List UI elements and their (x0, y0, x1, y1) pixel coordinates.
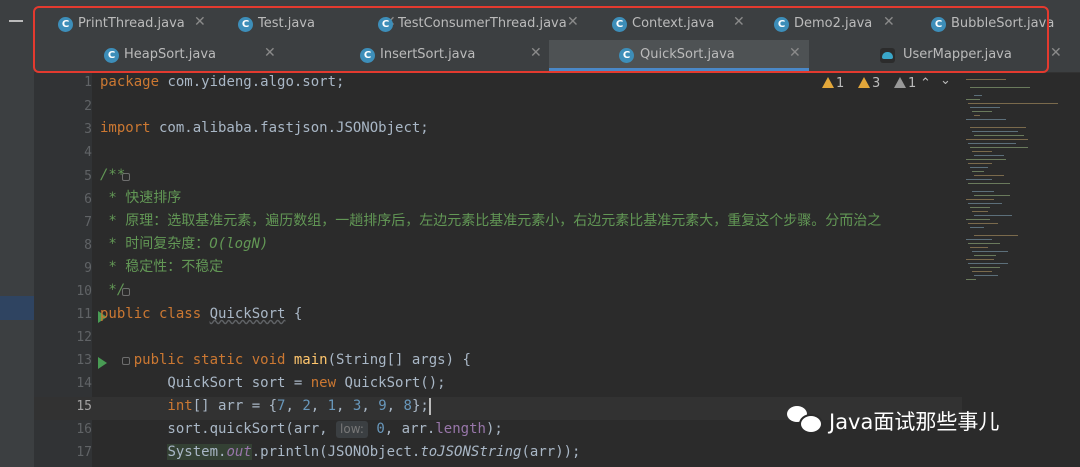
minimap-line (972, 211, 988, 212)
line-number: 11 (76, 307, 92, 322)
line-number: 1 (84, 75, 92, 90)
code-line: /** (100, 167, 126, 183)
code-line: * 快速排序 (100, 190, 182, 206)
weak-warning-icon (858, 77, 870, 88)
code-line: * 时间复杂度：O(logN) (100, 236, 269, 252)
minimap-line (966, 199, 994, 200)
minimap-line (968, 183, 1010, 184)
minimap-line (972, 171, 984, 172)
line-number: 6 (84, 192, 92, 207)
line-number: 4 (84, 145, 92, 160)
chevron-up-icon[interactable]: ⌃ (920, 76, 931, 91)
code-line: int[] arr = {7, 2, 1, 3, 9, 8}; (100, 397, 431, 415)
text-caret (428, 397, 431, 415)
minimap-line (968, 243, 1000, 244)
minimap-line (970, 267, 1000, 268)
red-highlight-box (33, 6, 1049, 73)
code-line: */ (100, 282, 126, 298)
watermark-text: Java面试那些事儿 (829, 410, 1000, 434)
minimap-line (966, 159, 1006, 160)
code-line: import com.alibaba.fastjson.JSONObject; (100, 120, 429, 136)
weak-warning-count[interactable]: 3 (858, 76, 880, 91)
minimap-line (974, 235, 1018, 236)
code-line: package com.yideng.algo.sort; (100, 74, 345, 90)
minimap-line (970, 147, 1028, 148)
line-number: 3 (84, 122, 92, 137)
minimize-icon[interactable] (9, 20, 23, 22)
minimap-line (966, 79, 1006, 80)
minimap-line (970, 127, 1026, 128)
minimap-line (972, 111, 992, 112)
warning-icon (822, 77, 834, 88)
line-number: 17 (76, 445, 92, 460)
minimap-line (968, 163, 992, 164)
line-number-gutter: 1 2 3 4 5 6 7 8 9 10 11 12 13 14 15 16 1… (34, 73, 130, 467)
minimap-line (966, 219, 990, 220)
minimap-line (966, 239, 992, 240)
minimap-line (974, 175, 1004, 176)
minimap-line (974, 255, 996, 256)
code-line: QuickSort sort = new QuickSort(); (100, 375, 446, 391)
tool-window-strip (0, 0, 35, 467)
line-number: 12 (76, 330, 92, 345)
minimap-line (966, 119, 1006, 120)
warning-count[interactable]: 1 (822, 76, 844, 91)
line-number: 16 (76, 422, 92, 437)
minimap-line (966, 99, 980, 100)
minimap-line (974, 195, 1010, 196)
wechat-logo-icon (787, 406, 823, 434)
minimap-line (972, 151, 992, 152)
minimap-line (970, 247, 988, 248)
minimap-line (974, 155, 1004, 156)
project-selection-marker (0, 296, 34, 320)
line-number: 7 (84, 215, 92, 230)
minimap-line (974, 115, 980, 116)
typo-count[interactable]: 1 (894, 76, 916, 91)
minimap-line (966, 259, 994, 260)
minimap-line (972, 191, 994, 192)
line-number: 13 (76, 353, 92, 368)
typo-icon (894, 77, 906, 88)
minimap-line (970, 167, 988, 168)
line-number: 9 (84, 261, 92, 276)
parameter-hint: low: (336, 421, 368, 438)
line-number: 10 (76, 284, 92, 299)
minimap-line (966, 139, 1028, 140)
minimap-line (968, 263, 1008, 264)
line-number: 15 (76, 399, 92, 414)
line-number: 14 (76, 376, 92, 391)
minimap-line (972, 271, 992, 272)
minimap-line (970, 207, 990, 208)
minimap-line (972, 251, 1008, 252)
line-number: 5 (84, 169, 92, 184)
line-number: 2 (84, 99, 92, 114)
code-line: * 原理：选取基准元素，遍历数组，一趟排序后，左边元素比基准元素小，右边元素比基… (100, 213, 882, 229)
code-line: * 稳定性：不稳定 (100, 259, 224, 275)
minimap-line (968, 103, 1058, 104)
minimap-line (966, 179, 992, 180)
minimap-line (968, 143, 1016, 144)
minimap-line (968, 223, 998, 224)
minimap-line (974, 275, 998, 276)
code-line: sort.quickSort(arr, low: 0, arr.length); (100, 421, 503, 438)
code-line: public static void main(String[] args) { (100, 352, 471, 368)
minimap-line (972, 131, 1018, 132)
minimap-line (966, 279, 976, 280)
close-icon[interactable]: ✕ (1050, 45, 1062, 61)
chevron-down-icon[interactable]: ⌄ (940, 73, 951, 88)
line-number: 8 (84, 238, 92, 253)
minimap-line (974, 215, 1012, 216)
minimap-line (970, 107, 1000, 108)
minimap-line (970, 87, 1030, 88)
code-line: public class QuickSort { (100, 306, 303, 322)
code-line: System.out.println(JSONObject.toJSONStri… (167, 444, 581, 460)
minimap-line (968, 203, 1002, 204)
minimap-line (970, 227, 984, 228)
minimap-line (974, 95, 982, 96)
minimap-line (974, 135, 1024, 136)
